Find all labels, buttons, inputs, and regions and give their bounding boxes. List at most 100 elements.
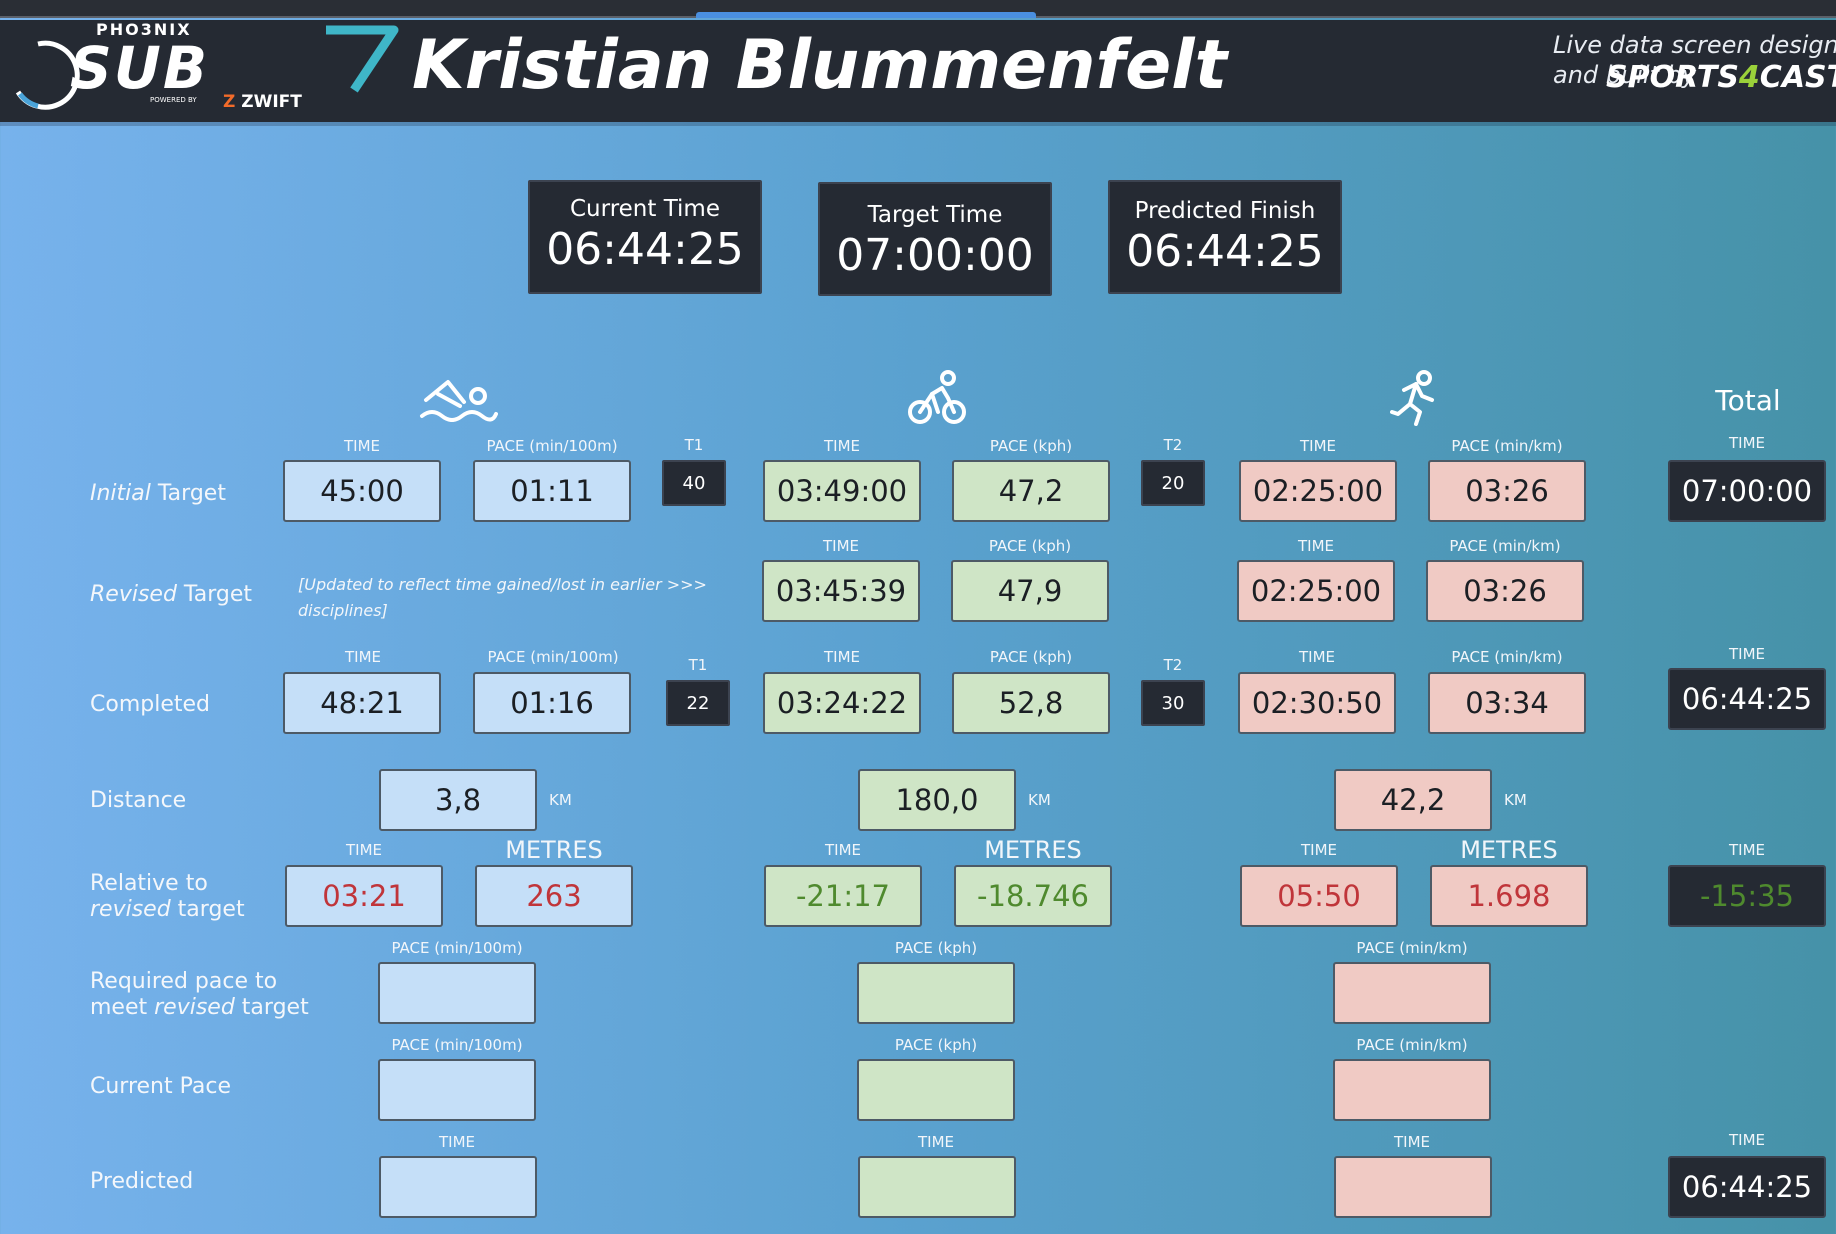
row-label-rest: Target xyxy=(150,481,226,506)
header-total-time: TIME xyxy=(1728,434,1765,452)
relative-run-metres: 1.698 xyxy=(1430,865,1588,927)
header-total-time: TIME xyxy=(1728,841,1765,859)
header-run-pace: PACE (min/km) xyxy=(1451,437,1563,455)
row-label-predicted: Predicted xyxy=(90,1169,194,1194)
initial-run-time: 02:25:00 xyxy=(1239,460,1397,522)
row-label-rest: target xyxy=(170,897,245,922)
active-tab-indicator[interactable] xyxy=(696,12,1036,18)
initial-t2: 20 xyxy=(1141,460,1205,506)
header-bike-metres: METRES xyxy=(984,836,1082,864)
row-label-emphasis: Initial xyxy=(90,481,151,506)
logo-seven-icon xyxy=(326,25,399,93)
current-time-box: Current Time 06:44:25 xyxy=(528,180,762,294)
header-t1: T1 xyxy=(688,656,708,674)
header-bike-time: TIME xyxy=(822,537,859,555)
header-bike-time: TIME xyxy=(824,841,861,859)
row-label-initial-target: Initial Target xyxy=(90,481,226,507)
distance-bike: 180,0 xyxy=(858,769,1016,831)
credit-line-1: Live data screen designed xyxy=(1553,31,1836,59)
row-label-emphasis: revised xyxy=(90,897,171,922)
row-label-revised-target: Revised Target xyxy=(90,582,252,608)
header-swim-time: TIME xyxy=(343,437,380,455)
row-label-relative: Relative to revised target xyxy=(90,871,245,923)
revised-run-time: 02:25:00 xyxy=(1237,560,1395,622)
header-swim-time: TIME xyxy=(345,841,382,859)
header-run-pace: PACE (min/km) xyxy=(1356,1036,1468,1054)
predicted-bike-time xyxy=(858,1156,1016,1218)
completed-t2: 30 xyxy=(1141,680,1205,726)
initial-swim-pace: 01:11 xyxy=(473,460,631,522)
header-bike-pace: PACE (kph) xyxy=(989,648,1073,666)
header-bike-time: TIME xyxy=(823,648,860,666)
row-label-required-pace: Required pace to meet revised target xyxy=(90,969,309,1021)
header-bike-time: TIME xyxy=(917,1133,954,1151)
relative-swim-metres: 263 xyxy=(475,865,633,927)
zwift-z-icon: Z xyxy=(223,92,242,112)
brand-part-a: SPORTS xyxy=(1606,60,1739,95)
brand-part-c: CAST xyxy=(1759,60,1836,95)
header-swim-metres: METRES xyxy=(505,836,603,864)
required-run-pace xyxy=(1333,962,1491,1024)
header-total-time: TIME xyxy=(1728,1131,1765,1149)
cyclist-icon xyxy=(908,370,966,424)
row-label-completed: Completed xyxy=(90,692,210,717)
runner-icon xyxy=(1390,370,1434,426)
revised-note: [Updated to reflect time gained/lost in … xyxy=(298,575,707,620)
athlete-name: Kristian Blummenfelt xyxy=(412,26,1228,105)
header-run-time: TIME xyxy=(1297,537,1334,555)
relative-total-time: -15:35 xyxy=(1668,865,1826,927)
current-bike-pace xyxy=(857,1059,1015,1121)
initial-t1: 40 xyxy=(662,460,726,506)
predicted-run-time xyxy=(1334,1156,1492,1218)
completed-bike-time: 03:24:22 xyxy=(763,672,921,734)
predicted-total-time: 06:44:25 xyxy=(1668,1156,1826,1218)
header-bike-time: TIME xyxy=(823,437,860,455)
header-run-time: TIME xyxy=(1300,841,1337,859)
predicted-finish-value: 06:44:25 xyxy=(1126,226,1324,277)
initial-swim-time: 45:00 xyxy=(283,460,441,522)
target-time-label: Target Time xyxy=(867,202,1003,228)
row-label-emphasis: Revised xyxy=(90,582,177,607)
header-run-time: TIME xyxy=(1393,1133,1430,1151)
initial-total-time: 07:00:00 xyxy=(1668,460,1826,522)
distance-run: 42,2 xyxy=(1334,769,1492,831)
current-time-label: Current Time xyxy=(570,196,720,222)
current-time-value: 06:44:25 xyxy=(546,224,744,275)
predicted-swim-time xyxy=(379,1156,537,1218)
swimmer-icon xyxy=(420,380,498,422)
relative-swim-time: 03:21 xyxy=(285,865,443,927)
total-label: Total xyxy=(1715,384,1781,417)
header-shadow xyxy=(0,122,1836,126)
row-label-emphasis: revised xyxy=(154,995,235,1020)
header-swim-time: TIME xyxy=(438,1133,475,1151)
logo-wordmark: SUB xyxy=(70,34,210,102)
current-run-pace xyxy=(1333,1059,1491,1121)
completed-swim-time: 48:21 xyxy=(283,672,441,734)
header-run-time: TIME xyxy=(1298,648,1335,666)
header-swim-pace: PACE (min/100m) xyxy=(487,648,619,666)
header-bike-pace: PACE (kph) xyxy=(989,437,1073,455)
completed-t1: 22 xyxy=(666,680,730,726)
header-t2: T2 xyxy=(1163,436,1183,454)
target-time-box: Target Time 07:00:00 xyxy=(818,182,1052,296)
header-swim-pace: PACE (min/100m) xyxy=(486,437,618,455)
logo: PHO3NIX SUB POWERED BY Z ZWIFT xyxy=(8,20,408,120)
initial-bike-pace: 47,2 xyxy=(952,460,1110,522)
header-total-time: TIME xyxy=(1728,645,1765,663)
completed-run-pace: 03:34 xyxy=(1428,672,1586,734)
distance-swim-unit: KM xyxy=(549,791,572,809)
header-swim-time: TIME xyxy=(344,648,381,666)
header-run-pace: PACE (min/km) xyxy=(1449,537,1561,555)
completed-swim-pace: 01:16 xyxy=(473,672,631,734)
header-run-time: TIME xyxy=(1299,437,1336,455)
header-bike-pace: PACE (kph) xyxy=(894,939,978,957)
initial-bike-time: 03:49:00 xyxy=(763,460,921,522)
relative-run-time: 05:50 xyxy=(1240,865,1398,927)
row-label-current-pace: Current Pace xyxy=(90,1074,232,1099)
current-swim-pace xyxy=(378,1059,536,1121)
logo-powered-text: POWERED BY xyxy=(150,96,197,104)
distance-run-unit: KM xyxy=(1504,791,1527,809)
completed-run-time: 02:30:50 xyxy=(1238,672,1396,734)
row-label-rest: Target xyxy=(176,582,252,607)
distance-bike-unit: KM xyxy=(1028,791,1051,809)
